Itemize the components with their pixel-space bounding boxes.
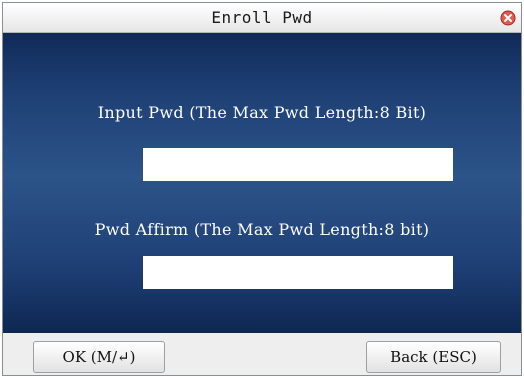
title-bar: Enroll Pwd [3,3,521,33]
ok-button[interactable]: OK (M/↵) [33,341,165,373]
input-pwd-field[interactable] [143,148,453,181]
enroll-pwd-window: Enroll Pwd Input Pwd (The Max Pwd Length… [2,2,522,376]
enroll-form-panel: Input Pwd (The Max Pwd Length:8 Bit) Pwd… [3,33,521,333]
input-pwd-label: Input Pwd (The Max Pwd Length:8 Bit) [97,103,427,122]
back-button[interactable]: Back (ESC) [366,341,501,373]
pwd-affirm-label: Pwd Affirm (The Max Pwd Length:8 bit) [94,220,430,239]
button-bar: OK (M/↵) Back (ESC) [3,333,521,375]
pwd-affirm-field[interactable] [143,256,453,289]
window-title: Enroll Pwd [211,8,313,27]
close-icon[interactable] [500,10,516,26]
